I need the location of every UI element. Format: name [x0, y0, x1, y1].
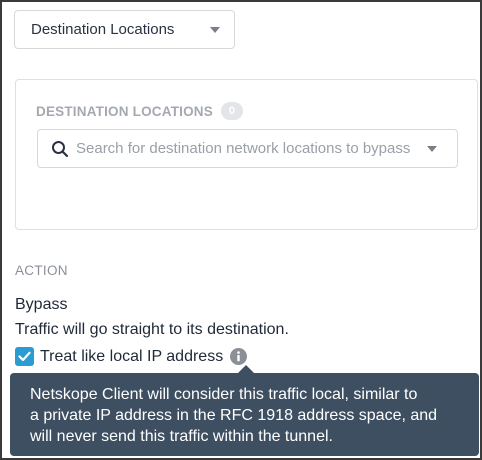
treat-local-row: Treat like local IP address: [15, 347, 248, 366]
tooltip-line: will never send this traffic within the …: [30, 428, 333, 445]
info-icon[interactable]: [230, 348, 248, 365]
destination-title: DESTINATION LOCATIONS: [36, 103, 213, 119]
destination-search-box[interactable]: [37, 129, 458, 168]
treat-local-tooltip: Netskope Client will consider this traff…: [10, 365, 479, 456]
destination-search-input[interactable]: [76, 130, 436, 167]
checkmark-icon: [18, 351, 31, 362]
treat-local-checkbox[interactable]: [15, 347, 34, 366]
treat-local-label: Treat like local IP address: [40, 347, 224, 365]
search-icon: [52, 141, 69, 158]
dropdown-label: Destination Locations: [31, 21, 175, 38]
action-section-label: ACTION: [15, 263, 68, 278]
tooltip-arrow: [238, 365, 254, 373]
tooltip-line: Netskope Client will consider this traff…: [30, 386, 418, 403]
action-description: Traffic will go straight to its destinat…: [15, 321, 289, 338]
action-value: Bypass: [15, 296, 68, 313]
destination-header: DESTINATION LOCATIONS 0: [36, 102, 243, 120]
destination-locations-card: DESTINATION LOCATIONS 0: [15, 79, 478, 230]
destination-count-badge: 0: [220, 102, 243, 120]
panel-frame: Destination Locations DESTINATION LOCATI…: [0, 0, 482, 460]
tooltip-line: a private IP address in the RFC 1918 add…: [30, 407, 438, 424]
chevron-down-icon[interactable]: [427, 146, 437, 152]
location-type-dropdown[interactable]: Destination Locations: [14, 10, 235, 49]
chevron-down-icon: [210, 27, 220, 33]
